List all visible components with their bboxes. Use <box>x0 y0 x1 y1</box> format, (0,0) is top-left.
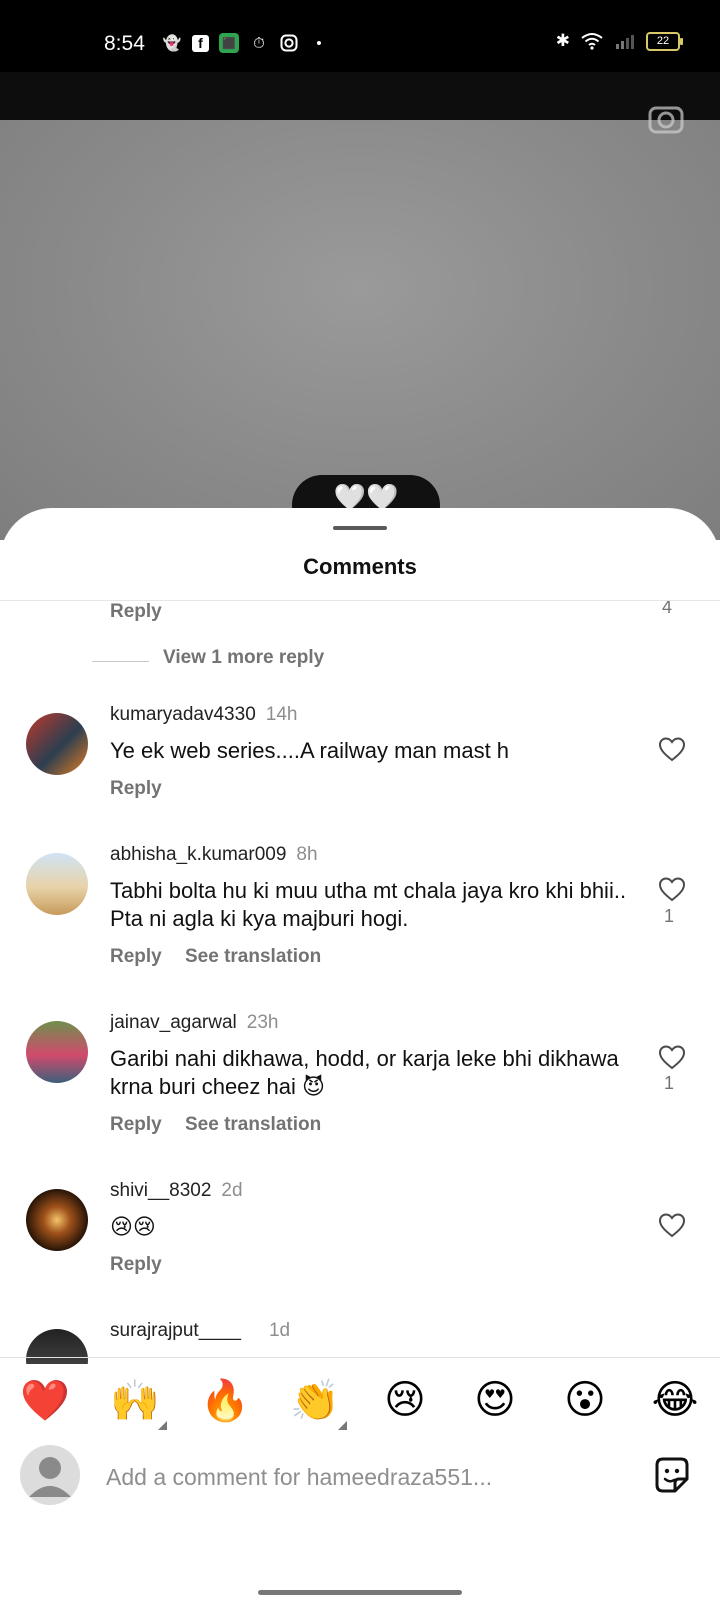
status-app-icons: 👻 f ⬛ ⏱ • <box>162 33 329 53</box>
like-count: 1 <box>664 1073 675 1093</box>
facebook-icon: f <box>192 34 209 52</box>
reaction-heart[interactable]: ❤️ <box>15 1377 75 1424</box>
avatar[interactable] <box>26 1329 88 1364</box>
comment-time: 8h <box>296 844 318 865</box>
comment-text: Garibi nahi dikhawa, hodd, or karja leke… <box>110 1046 619 1099</box>
comments-sheet: Comments Reply 4 View 1 more reply kumar… <box>0 508 720 1600</box>
reply-button[interactable]: Reply <box>110 1114 162 1136</box>
status-time: 8:54 <box>104 32 145 55</box>
comment-username[interactable]: shivi__8302 2d <box>110 1180 243 1202</box>
wifi-icon <box>581 33 603 50</box>
status-bar: 8:54 👻 f ⬛ ⏱ • ✱ 22 <box>0 0 720 72</box>
drag-handle[interactable] <box>333 526 387 530</box>
skin-tone-indicator <box>338 1420 347 1430</box>
comment-username[interactable]: surajrajput____ 1d <box>110 1320 290 1342</box>
top-strip <box>0 72 720 120</box>
reply-button[interactable]: Reply <box>110 1254 162 1276</box>
default-avatar-icon <box>29 1457 71 1497</box>
comment-text: 😢😢 <box>110 1214 156 1239</box>
sheet-title: Comments <box>303 554 417 579</box>
reaction-laughing[interactable]: 😂 <box>645 1377 705 1423</box>
sticker-icon[interactable] <box>651 1455 693 1497</box>
like-count: 1 <box>664 906 675 926</box>
signal-icon <box>616 35 634 49</box>
comment-username[interactable]: abhisha_k.kumar009 8h <box>110 844 318 866</box>
reaction-crying[interactable]: 😢 <box>375 1377 435 1423</box>
like-count: 4 <box>661 601 672 617</box>
reaction-surprised[interactable]: 😮 <box>555 1377 615 1423</box>
heart-icon[interactable] <box>658 1044 686 1070</box>
reactions-divider <box>0 1357 720 1358</box>
reaction-emoji: 👏 <box>290 1378 340 1423</box>
comment-username[interactable]: kumaryadav4330 14h <box>110 704 297 726</box>
reaction-fire[interactable]: 🔥 <box>195 1377 255 1424</box>
see-translation-button[interactable]: See translation <box>185 946 321 968</box>
bluetooth-icon: ✱ <box>555 31 570 50</box>
avatar[interactable] <box>26 853 88 915</box>
app-icon: ⬛ <box>219 33 239 53</box>
instagram-icon <box>279 33 299 53</box>
comment-time: 23h <box>246 1012 279 1033</box>
avatar[interactable] <box>26 1021 88 1083</box>
reaction-emoji: 🙌 <box>110 1378 160 1423</box>
home-indicator[interactable] <box>258 1590 462 1595</box>
view-more-divider <box>92 661 149 662</box>
comment-username[interactable]: jainav_agarwal 23h <box>110 1012 278 1034</box>
reaction-heart-eyes[interactable]: 😍 <box>465 1377 525 1423</box>
comment-text: Ye ek web series....A railway man mast h <box>110 738 510 763</box>
reaction-clapping[interactable]: 👏 <box>285 1377 347 1430</box>
avatar[interactable] <box>26 713 88 775</box>
status-system-icons: ✱ 22 <box>555 31 683 51</box>
reaction-raising-hands[interactable]: 🙌 <box>105 1377 167 1430</box>
view-more-replies-button[interactable]: View 1 more reply <box>163 647 324 669</box>
reply-button[interactable]: Reply <box>110 601 162 623</box>
comment-input[interactable] <box>104 1456 608 1498</box>
comment-time: 2d <box>221 1180 243 1201</box>
skin-tone-indicator <box>158 1420 167 1430</box>
comment-time: 1d <box>268 1320 291 1341</box>
timer-icon: ⏱ <box>253 34 265 52</box>
heart-icon[interactable] <box>658 1212 686 1238</box>
quick-reactions: ❤️ 🙌 🔥 👏 😢 😍 😮 😂 <box>0 1368 720 1432</box>
avatar[interactable] <box>26 1189 88 1251</box>
comment-time: 14h <box>265 704 298 725</box>
comment-list[interactable]: Reply 4 View 1 more reply kumaryadav4330… <box>0 601 720 1364</box>
heart-icon[interactable] <box>658 736 686 762</box>
snapchat-icon: 👻 <box>162 35 182 52</box>
comment-text: Tabhi bolta hu ki muu utha mt chala jaya… <box>110 878 627 931</box>
reply-button[interactable]: Reply <box>110 946 162 968</box>
heart-icon[interactable] <box>658 876 686 902</box>
camera-icon[interactable] <box>646 98 686 138</box>
notification-dot-icon: • <box>316 34 322 52</box>
see-translation-button[interactable]: See translation <box>185 1114 321 1136</box>
reply-button[interactable]: Reply <box>110 778 162 800</box>
battery-icon: 22 <box>646 31 683 51</box>
user-avatar <box>20 1445 80 1505</box>
